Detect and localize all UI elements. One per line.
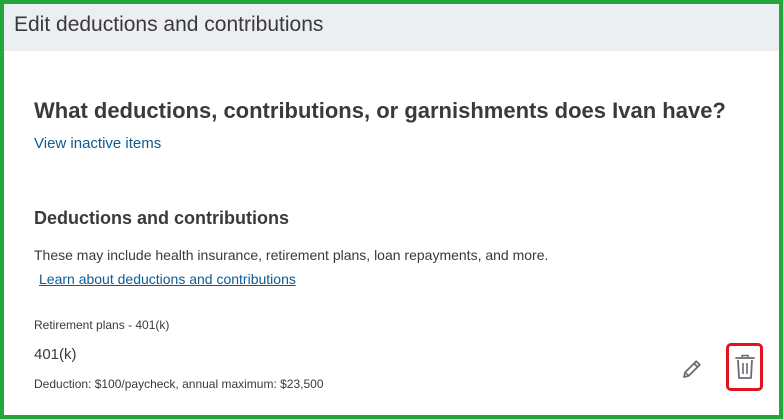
dialog-content: What deductions, contributions, or garni… xyxy=(4,51,779,415)
dialog-frame: Edit deductions and contributions What d… xyxy=(0,0,783,419)
item-detail: Deduction: $100/paycheck, annual maximum… xyxy=(34,377,324,391)
delete-button[interactable] xyxy=(726,343,763,391)
dialog-header: Edit deductions and contributions xyxy=(4,4,779,51)
dialog-title: Edit deductions and contributions xyxy=(14,13,324,36)
edit-button[interactable] xyxy=(680,357,704,381)
page-question: What deductions, contributions, or garni… xyxy=(34,98,726,123)
view-inactive-items-link[interactable]: View inactive items xyxy=(34,134,161,154)
learn-about-deductions-link[interactable]: Learn about deductions and contributions xyxy=(39,269,296,289)
pencil-icon xyxy=(683,360,701,378)
section-title: Deductions and contributions xyxy=(34,208,289,228)
item-name: 401(k) xyxy=(34,346,77,363)
trash-icon xyxy=(734,354,755,379)
item-category: Retirement plans - 401(k) xyxy=(34,318,170,332)
section-description: These may include health insurance, reti… xyxy=(34,247,549,263)
